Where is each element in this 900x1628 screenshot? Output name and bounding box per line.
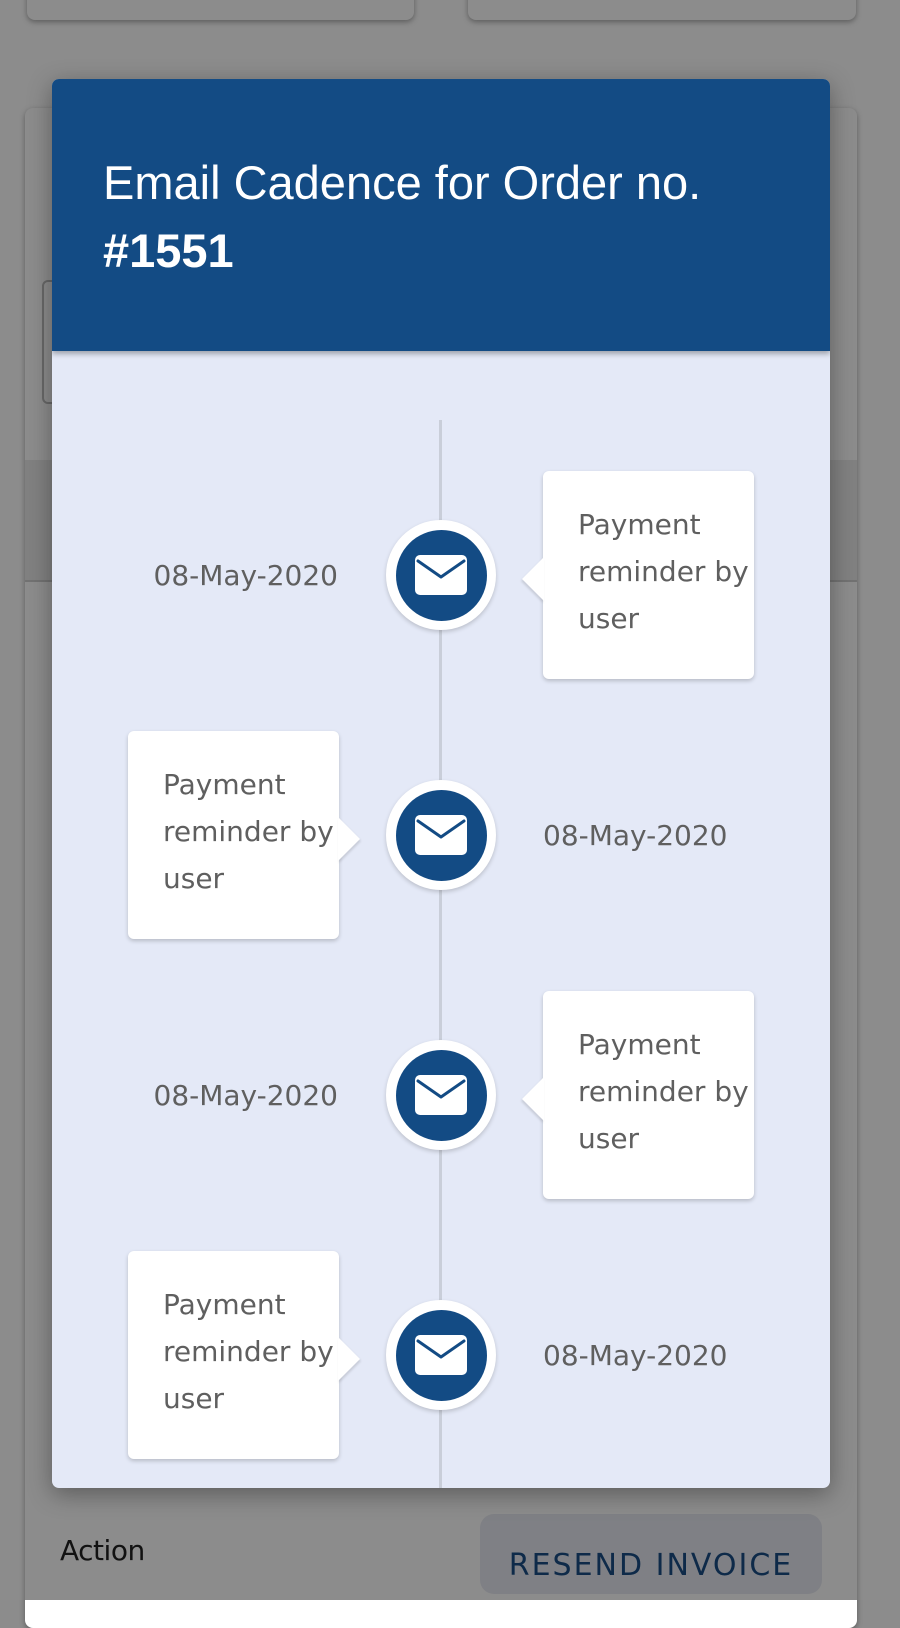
timeline-description: Payment reminder by user	[578, 1028, 749, 1155]
timeline-node[interactable]	[386, 1300, 496, 1410]
timeline-item: 08-May-2020 Payment reminder by user	[52, 731, 830, 941]
timeline-item: 08-May-2020 Payment reminder by user	[52, 1251, 830, 1461]
timeline-node-badge	[395, 529, 487, 621]
modal-header: Email Cadence for Order no. #1551	[52, 79, 830, 351]
email-cadence-modal: Email Cadence for Order no. #1551 08-May…	[52, 79, 830, 1488]
timeline-item: 08-May-2020 Payment reminder by user	[52, 471, 830, 681]
timeline-node[interactable]	[386, 780, 496, 890]
timeline-node[interactable]	[386, 1040, 496, 1150]
timeline-node[interactable]	[386, 520, 496, 630]
timeline-date: 08-May-2020	[543, 1339, 728, 1372]
timeline-date: 08-May-2020	[153, 559, 339, 592]
envelope-icon	[415, 815, 467, 855]
timeline-card[interactable]: Payment reminder by user	[543, 991, 754, 1199]
envelope-icon	[415, 555, 467, 595]
timeline-item: 08-May-2020 Payment reminder by user	[52, 991, 830, 1201]
timeline-date: 08-May-2020	[543, 819, 728, 852]
timeline-card[interactable]: Payment reminder by user	[128, 1251, 339, 1459]
timeline-card[interactable]: Payment reminder by user	[128, 731, 339, 939]
envelope-icon	[415, 1075, 467, 1115]
order-number: #1551	[103, 224, 234, 277]
envelope-icon	[415, 1335, 467, 1375]
timeline-card[interactable]: Payment reminder by user	[543, 471, 754, 679]
timeline-date: 08-May-2020	[153, 1079, 339, 1112]
timeline-description: Payment reminder by user	[163, 768, 334, 895]
modal-title-text: Email Cadence for Order no.	[103, 156, 702, 209]
timeline-description: Payment reminder by user	[578, 508, 749, 635]
timeline-node-badge	[395, 1309, 487, 1401]
timeline-node-badge	[395, 1049, 487, 1141]
modal-title: Email Cadence for Order no. #1551	[103, 149, 803, 285]
timeline-description: Payment reminder by user	[163, 1288, 334, 1415]
timeline-node-badge	[395, 789, 487, 881]
